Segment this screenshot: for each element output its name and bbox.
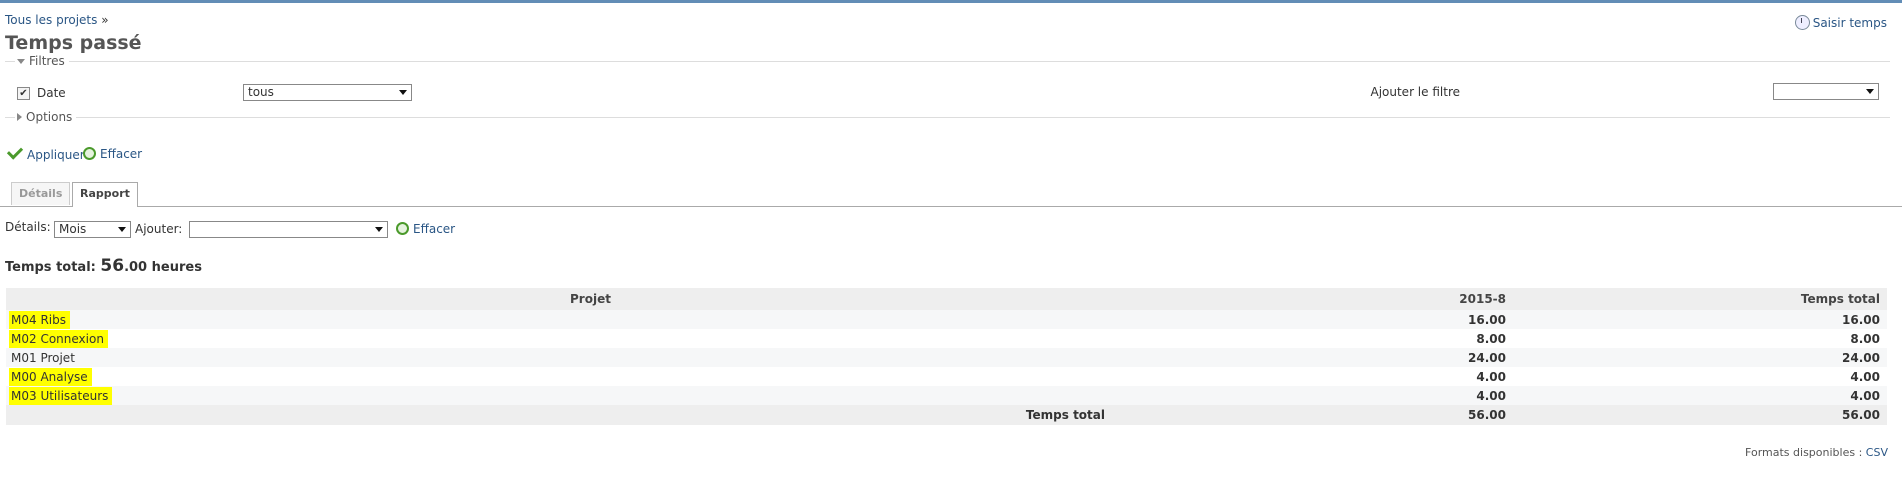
project-name: M02 Connexion	[9, 329, 108, 348]
table-row: M03 Utilisateurs 4.00 4.00	[6, 386, 1887, 405]
details-label: Détails:	[5, 220, 51, 234]
project-cell: M01 Projet	[6, 348, 1175, 367]
table-row: M00 Analyse 4.00 4.00	[6, 367, 1887, 386]
expand-arrow-icon	[17, 59, 25, 64]
total-hours-cell: 16.00	[1513, 310, 1887, 329]
options-toggle[interactable]: Options	[15, 110, 76, 124]
csv-export-link[interactable]: CSV	[1866, 446, 1888, 459]
table-row: M01 Projet 24.00 24.00	[6, 348, 1887, 367]
add-criteria-select[interactable]	[189, 221, 388, 238]
top-bar	[0, 0, 1902, 3]
reload-icon	[83, 147, 96, 160]
options-fieldset: Options	[5, 110, 1890, 124]
total-hours-cell: 4.00	[1513, 367, 1887, 386]
tab-rapport[interactable]: Rapport	[72, 182, 138, 207]
period-hours-cell: 24.00	[1175, 348, 1513, 367]
time-report-table: Projet 2015-8 Temps total M04 Ribs 16.00…	[6, 288, 1887, 425]
filters-legend: Filtres	[29, 54, 65, 68]
total-row-period: 56.00	[1175, 405, 1513, 425]
total-time-int: 56	[100, 256, 125, 276]
dropdown-arrow-icon	[1866, 89, 1874, 94]
page-title: Temps passé	[5, 32, 142, 54]
log-time-label[interactable]: Saisir temps	[1813, 16, 1887, 30]
options-legend: Options	[26, 110, 73, 124]
table-total-row: Temps total 56.00 56.00	[6, 405, 1887, 425]
dropdown-arrow-icon	[375, 227, 383, 232]
clear-criteria-label[interactable]: Effacer	[413, 222, 455, 236]
project-cell: M04 Ribs	[6, 310, 1175, 329]
reload-icon	[396, 222, 409, 235]
table-header-row: Projet 2015-8 Temps total	[6, 288, 1887, 310]
breadcrumb: Tous les projets »	[5, 13, 109, 27]
add-filter-label: Ajouter le filtre	[1370, 85, 1460, 99]
apply-label[interactable]: Appliquer	[27, 148, 85, 162]
project-name: M04 Ribs	[9, 310, 70, 329]
table-row: M02 Connexion 8.00 8.00	[6, 329, 1887, 348]
clear-criteria-button[interactable]: Effacer	[396, 222, 455, 236]
tab-details[interactable]: Détails	[11, 182, 71, 205]
column-header-project: Projet	[6, 288, 1175, 310]
total-row-label: Temps total	[6, 405, 1175, 425]
period-hours-cell: 8.00	[1175, 329, 1513, 348]
formats-label: Formats disponibles :	[1745, 446, 1863, 459]
dropdown-arrow-icon	[399, 90, 407, 95]
clock-add-icon	[1794, 15, 1810, 30]
period-hours-cell: 16.00	[1175, 310, 1513, 329]
project-name: M01 Projet	[11, 350, 75, 365]
total-hours-cell: 24.00	[1513, 348, 1887, 367]
log-time-link[interactable]: Saisir temps	[1794, 15, 1887, 30]
date-filter-checkbox[interactable]: ✔	[17, 87, 30, 100]
add-filter-select[interactable]	[1773, 83, 1879, 100]
check-icon	[6, 143, 24, 160]
period-hours-cell: 4.00	[1175, 386, 1513, 405]
total-hours-cell: 4.00	[1513, 386, 1887, 405]
details-value: Mois	[59, 222, 87, 236]
period-hours-cell: 4.00	[1175, 367, 1513, 386]
project-cell: M03 Utilisateurs	[6, 386, 1175, 405]
total-time-unit: heures	[151, 260, 202, 275]
breadcrumb-all-projects-link[interactable]: Tous les projets	[5, 13, 97, 27]
export-formats: Formats disponibles : CSV	[1745, 446, 1888, 459]
column-header-period: 2015-8	[1175, 288, 1513, 310]
date-filter-label: Date	[37, 86, 66, 100]
dropdown-arrow-icon	[118, 227, 126, 232]
add-criteria-label: Ajouter:	[135, 222, 183, 236]
total-hours-cell: 8.00	[1513, 329, 1887, 348]
collapse-arrow-icon	[17, 113, 22, 121]
clear-label[interactable]: Effacer	[100, 147, 142, 161]
breadcrumb-separator: »	[101, 13, 109, 27]
project-cell: M00 Analyse	[6, 367, 1175, 386]
details-select[interactable]: Mois	[54, 221, 131, 238]
table-row: M04 Ribs 16.00 16.00	[6, 310, 1887, 329]
column-header-total: Temps total	[1513, 288, 1887, 310]
project-cell: M02 Connexion	[6, 329, 1175, 348]
tabs-bar: Détails Rapport	[0, 182, 1902, 207]
total-time-decimals: .00	[124, 260, 148, 275]
project-name: M03 Utilisateurs	[9, 386, 113, 405]
total-time: Temps total: 56.00 heures	[5, 256, 202, 276]
date-operator-value: tous	[248, 85, 274, 99]
total-time-label: Temps total:	[5, 260, 96, 275]
total-row-total: 56.00	[1513, 405, 1887, 425]
project-name: M00 Analyse	[9, 367, 92, 386]
date-operator-select[interactable]: tous	[243, 84, 412, 101]
filters-toggle[interactable]: Filtres	[15, 54, 69, 68]
clear-button[interactable]: Effacer	[83, 147, 142, 161]
apply-button[interactable]: Appliquer	[6, 143, 85, 162]
